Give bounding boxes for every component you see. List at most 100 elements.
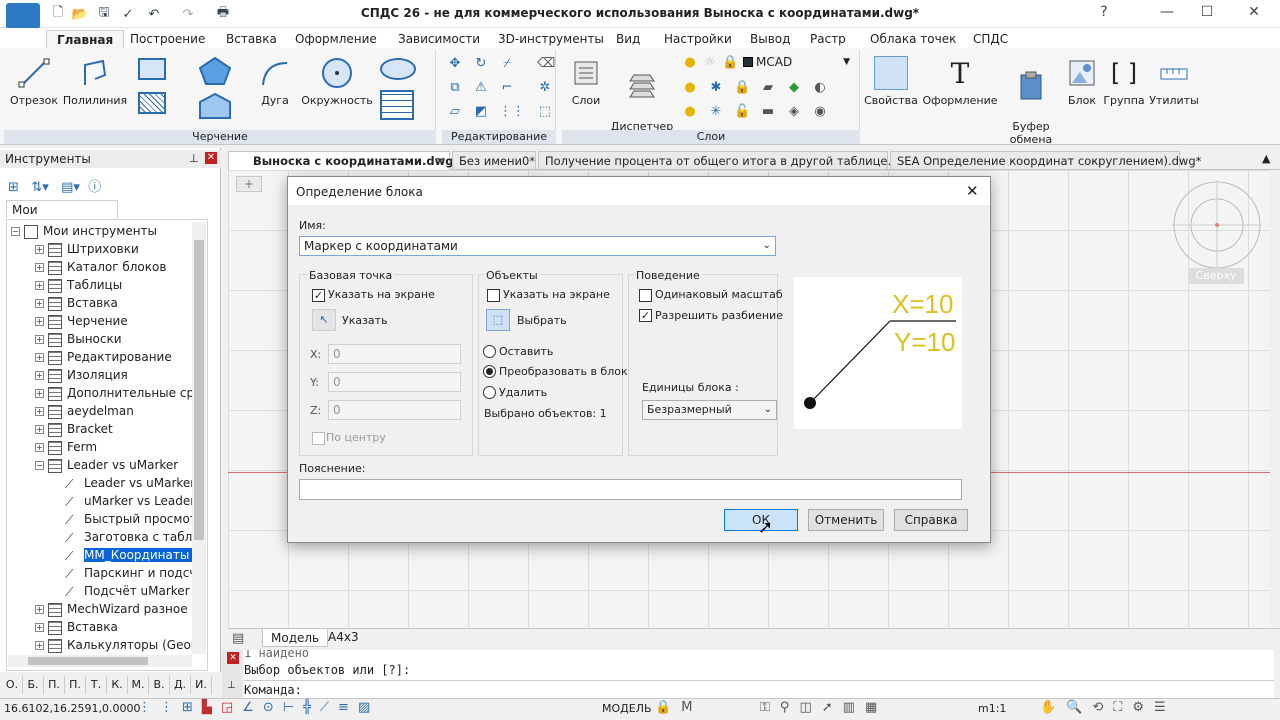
pan-icon[interactable]: ✋ <box>1040 700 1066 715</box>
bulb-icon[interactable]: ● <box>682 55 698 71</box>
select-objects-icon[interactable]: ⬚ <box>486 309 510 331</box>
help-icon[interactable]: ? <box>1092 4 1116 24</box>
close-tab-icon[interactable]: ✕ <box>435 152 445 170</box>
angle-icon[interactable]: ∠ <box>242 700 263 715</box>
tab-home[interactable]: Главная <box>46 30 125 48</box>
expand-icon[interactable]: + <box>35 353 44 362</box>
tree-item[interactable]: + Каталог блоков <box>35 258 195 276</box>
model-space-label[interactable]: МОДЕЛЬ <box>602 702 652 715</box>
command-panel-grip[interactable]: ✕ ⊥ <box>222 650 242 698</box>
layer-status-icon[interactable]: ◫ <box>799 700 821 715</box>
tree-item[interactable]: ⟋ Leader vs uMarker <box>65 474 195 492</box>
expand-icon[interactable]: + <box>35 443 44 452</box>
expand-icon[interactable]: + <box>35 281 44 290</box>
rotate-icon[interactable]: ↻ <box>473 56 489 72</box>
help-circle-icon[interactable]: ⓘ <box>88 180 101 195</box>
pin-icon[interactable]: ⊥ <box>189 152 199 165</box>
ortho-icon[interactable]: ▙ <box>202 700 221 715</box>
command-prompt[interactable]: Команда: <box>244 683 302 697</box>
tree-item[interactable]: + Ferm <box>35 438 195 456</box>
dyn-icon[interactable]: ╬ <box>303 700 320 715</box>
pick-point-label[interactable]: Указать <box>342 314 388 327</box>
tree-item[interactable]: + Дополнительные сред <box>35 384 195 402</box>
expand-icon[interactable]: + <box>35 263 44 272</box>
move-icon[interactable]: ✥ <box>447 56 463 72</box>
properties-button[interactable]: Свойства <box>864 56 918 107</box>
layer-off-icon[interactable]: ● <box>682 80 698 96</box>
tree-item[interactable]: + Калькуляторы (Geoml <box>35 636 195 654</box>
expand-icon[interactable]: + <box>35 623 44 632</box>
otrack-icon[interactable]: ⊢ <box>283 700 303 715</box>
tree-item[interactable]: ⟋ MM_Координаты I <box>65 546 195 564</box>
expand-icon[interactable]: − <box>35 461 44 470</box>
maximize-button[interactable]: ☐ <box>1195 4 1219 24</box>
tab-output[interactable]: Вывод <box>740 30 800 48</box>
doc-tab[interactable]: Получение процента от общего итога в дру… <box>538 151 921 170</box>
close-icon[interactable]: ✕ <box>966 182 979 200</box>
arc-button[interactable]: Дуга <box>250 56 300 107</box>
uniform-scale-checkbox[interactable] <box>639 289 652 302</box>
array-icon[interactable]: ⋮⋮ <box>499 104 525 120</box>
hatch-icon[interactable] <box>138 92 166 114</box>
layer-freeze-icon[interactable]: ✱ <box>708 80 724 96</box>
tabs-scroll-icon[interactable]: ▲ <box>1262 152 1270 165</box>
viewcube-label[interactable]: Сверху <box>1188 268 1244 284</box>
collapse-icon[interactable]: − <box>11 227 20 236</box>
expand-icon[interactable]: + <box>35 425 44 434</box>
expand-icon[interactable]: + <box>35 389 44 398</box>
utilities-button[interactable]: Утилиты <box>1148 56 1200 107</box>
layer-match-icon[interactable]: ▰ <box>760 80 776 96</box>
tree-item[interactable]: + Вставка <box>35 294 195 312</box>
hscrollbar[interactable] <box>8 655 192 667</box>
scale-icon[interactable]: ◩ <box>473 104 489 120</box>
ellipse-icon[interactable] <box>380 58 416 80</box>
snap-icon[interactable]: ⊞ <box>182 700 202 715</box>
tab-build[interactable]: Построение <box>120 30 215 48</box>
tree-item[interactable]: ⟋ uMarker vs Leader <box>65 492 195 510</box>
grid-icon[interactable]: ⋮⋮ <box>138 700 182 715</box>
description-field[interactable] <box>299 479 962 500</box>
tree-item[interactable]: ⟋ Подсчёт uMarker <box>65 582 195 600</box>
current-layer-dropdown[interactable]: MCAD ▼ <box>756 54 852 71</box>
scroll-thumb[interactable] <box>194 240 204 540</box>
tree-item[interactable]: + MechWizard разное <box>35 600 195 618</box>
tree-item[interactable]: + Вставка <box>35 618 195 636</box>
rectangle-icon[interactable] <box>138 58 166 80</box>
tree-item[interactable]: + Штриховки <box>35 240 195 258</box>
expand-icon[interactable]: + <box>35 299 44 308</box>
tab-insert[interactable]: Вставка <box>216 30 287 48</box>
region-icon[interactable] <box>198 92 232 120</box>
circle-button[interactable]: Окружность <box>300 56 374 107</box>
base-onscreen-checkbox[interactable]: ✓ <box>312 289 325 302</box>
line-button[interactable]: Отрезок <box>8 56 60 107</box>
expand-icon[interactable]: + <box>35 641 44 650</box>
fullscreen-icon[interactable]: ⛶ <box>1113 700 1132 715</box>
tab-annotate[interactable]: Оформление <box>285 30 387 48</box>
tab-point-clouds[interactable]: Облака точек <box>860 30 966 48</box>
doc-tab[interactable]: Без имени0* <box>452 151 536 170</box>
orbit-icon[interactable]: ⟲ <box>1092 700 1113 715</box>
block-button[interactable]: Блок <box>1064 56 1100 107</box>
pin-cmd-icon[interactable]: ⊥ <box>227 680 236 691</box>
layer-copy-icon[interactable]: ▬ <box>760 104 776 120</box>
panel-tab-letter[interactable]: Т. <box>86 676 107 694</box>
tree-item[interactable]: + Изоляция <box>35 366 195 384</box>
panel-tab-letter[interactable]: К. <box>107 676 128 694</box>
viewcube[interactable] <box>1172 180 1262 270</box>
layer-visibility-icon[interactable]: ◉ <box>812 104 828 120</box>
tab-constraints[interactable]: Зависимости <box>388 30 490 48</box>
sort-icon[interactable]: ⇅▾ <box>31 180 48 195</box>
filter-icon[interactable]: ⚿ <box>760 700 780 715</box>
tab-settings[interactable]: Настройки <box>654 30 742 48</box>
layer-isolate-icon[interactable]: ◆ <box>786 80 802 96</box>
polar-icon[interactable]: ◲ <box>221 700 242 715</box>
settings-icon[interactable]: ⚙ <box>1132 700 1154 715</box>
minimize-button[interactable]: — <box>1155 4 1179 24</box>
tools-tab[interactable]: Мои инструменты <box>6 200 118 235</box>
lock-ui-icon[interactable]: 🔒 <box>655 700 681 715</box>
tree-item[interactable]: + Таблицы <box>35 276 195 294</box>
isolate-icon[interactable]: ⚲ <box>780 700 800 715</box>
layer-lock-icon[interactable]: 🔒 <box>734 80 750 96</box>
hscroll-thumb[interactable] <box>28 657 148 665</box>
layer-merge-icon[interactable]: ◈ <box>786 104 802 120</box>
